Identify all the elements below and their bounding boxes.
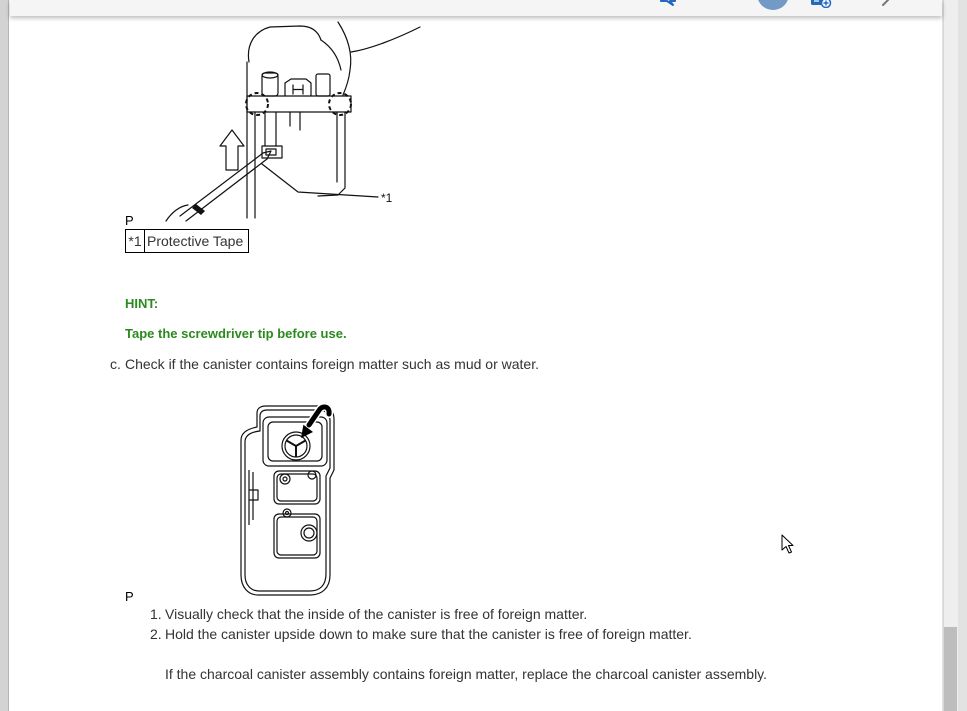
check-item-text: Visually check that the inside of the ca… <box>165 606 588 622</box>
back-arrow-icon[interactable] <box>878 0 892 6</box>
step-marker: c. <box>110 356 121 372</box>
canister-port <box>281 431 311 461</box>
hint-heading: HINT: <box>125 296 159 311</box>
calendar-add-icon[interactable] <box>810 0 832 9</box>
leader-line <box>261 163 379 198</box>
user-avatar[interactable] <box>757 0 789 10</box>
hand-outline <box>247 21 421 96</box>
callout-label: *1 <box>381 191 393 205</box>
window-left-border <box>0 0 9 711</box>
figure-label: P <box>125 213 134 228</box>
legend-description-cell: Protective Tape <box>144 229 249 253</box>
scrollbar-thumb[interactable] <box>944 627 957 711</box>
legend-key-cell: *1 <box>125 229 145 253</box>
step-text: Check if the canister contains foreign m… <box>125 356 539 372</box>
check-item-text: Hold the canister upside down to make su… <box>165 626 692 642</box>
up-direction-arrow <box>219 129 245 171</box>
note-text: If the charcoal canister assembly contai… <box>165 666 768 682</box>
top-toolbar <box>10 0 942 16</box>
check-item-marker: 1. <box>150 606 162 622</box>
hint-text: Tape the screwdriver tip before use. <box>125 326 347 341</box>
figure-label: P <box>125 589 134 604</box>
check-item-marker: 2. <box>150 626 162 642</box>
vertical-scrollbar[interactable] <box>943 0 958 711</box>
canister-inspection-illustration <box>240 402 335 596</box>
canister-removal-illustration: *1 <box>165 21 421 222</box>
legend-table: *1 Protective Tape <box>125 229 249 253</box>
canister-compartments <box>248 470 321 559</box>
chat-bubble-icon[interactable] <box>659 0 677 6</box>
mouse-cursor-icon <box>781 534 794 554</box>
